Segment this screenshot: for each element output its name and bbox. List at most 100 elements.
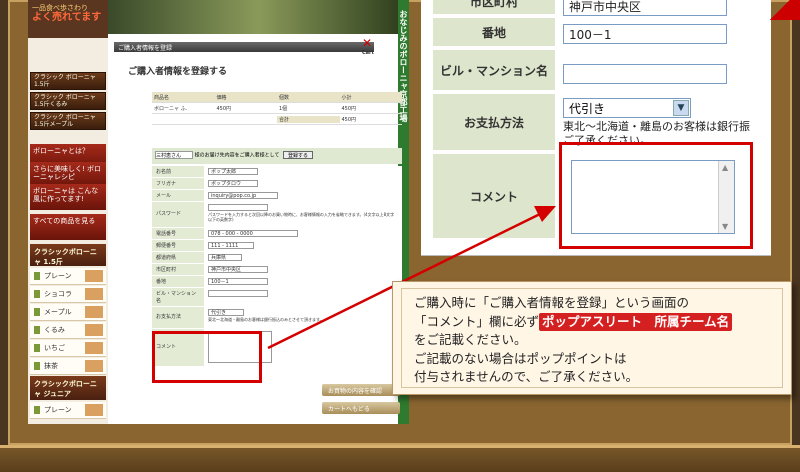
total-value: 450円 <box>341 116 357 123</box>
product-thumb <box>85 342 103 354</box>
form-row: お名前 ポップ太郎 <box>152 166 402 178</box>
field-label: 電話番号 <box>152 228 204 239</box>
callout-line4: ご記載のない場合はポップポイントは <box>414 350 627 366</box>
callout-line3: をご記載ください。 <box>414 332 527 347</box>
payment-method-select[interactable]: 代引き ▼ <box>563 98 691 118</box>
confirm-order-button[interactable]: お買物の内容を確認 <box>322 384 400 396</box>
phone-field[interactable]: 078 - 000 - 0000 <box>208 230 298 237</box>
nav-classic-plain[interactable]: クラシック ボローニャ1.5斤 <box>30 72 106 90</box>
field-label: 郵便番号 <box>152 240 204 251</box>
product-thumb <box>85 306 103 318</box>
top-banner <box>108 0 409 34</box>
frame-bottom <box>0 445 800 472</box>
payment-selected-value: 代引き <box>569 102 606 116</box>
building-field[interactable] <box>208 290 268 297</box>
nav-cat1-item[interactable]: プレーン <box>30 268 106 285</box>
field-label: メール <box>152 190 204 201</box>
form-row: 都道府県 兵庫県 <box>152 252 402 264</box>
promo-line2: よく売れてます <box>32 12 102 24</box>
field-label: ビル・マンション名 <box>152 288 204 306</box>
kana-field[interactable]: ポップタロウ <box>208 180 258 187</box>
comment-highlight-big <box>559 142 753 249</box>
table-header: 商品名 価格 個数 小計 <box>152 92 402 103</box>
building-label: ビル・マンション名 <box>433 50 555 90</box>
form-row: お支払方法 代引き 東北～北海道・離島のお客様は銀行振込のみとさせて頂きます。 <box>152 307 402 329</box>
address-select-value: 三村恵さん <box>156 153 182 159</box>
form-row: ビル・マンション名 <box>152 288 402 307</box>
comment-highlight-small <box>152 331 262 383</box>
payment-note-line1: 東北～北海道・離島のお客様は銀行振 <box>563 120 750 133</box>
table-cell: 450円 <box>341 105 357 112</box>
table-cell: 450円 <box>216 105 232 112</box>
form-row: フリガナ ポップタロウ <box>152 178 402 190</box>
field-label: パスワード <box>152 202 204 227</box>
address-select[interactable]: 三村恵さん <box>155 151 193 159</box>
nav-item-label: プレーン <box>44 406 72 414</box>
field-label: フリガナ <box>152 178 204 189</box>
cart-icon[interactable]: ✕ Cart <box>362 36 382 56</box>
nav-making[interactable]: ボローニャは こんな風に作ってます! <box>30 184 106 210</box>
total-label: 合計 <box>277 115 340 123</box>
callout-text: ご購入時に「ご購入者情報を登録」という画面の 「コメント」欄に必ず ポップアスリー… <box>401 288 783 388</box>
instruction-callout: ご購入時に「ご購入者情報を登録」という画面の 「コメント」欄に必ず ポップアスリー… <box>392 281 792 395</box>
building-input[interactable] <box>563 64 727 84</box>
column-header: 価格 <box>216 94 227 101</box>
nav-cat1-item[interactable]: いちご <box>30 340 106 357</box>
table-cell: ボローニャ ふ. <box>154 105 188 112</box>
team-name-badge: ポップアスリート 所属チーム名 <box>539 312 733 331</box>
form-row: 番地 100－1 <box>152 276 402 288</box>
left-nav: 一品食べ歩さわり よく売れてます クラシック ボローニャ1.5斤 クラシック ボ… <box>28 0 108 424</box>
nav-cat1-item[interactable]: くるみ <box>30 322 106 339</box>
nav-cat2-title: クラシックボローニャ ジュニア <box>30 376 106 400</box>
payment-note: 東北～北海道・離島のお客様は銀行振込のみとさせて頂きます。 <box>208 317 324 322</box>
nav-cat2-item[interactable]: プレーン <box>30 402 106 419</box>
callout-line2: 「コメント」欄に必ず ポップアスリート 所属チーム名 <box>414 312 770 331</box>
address-label: 番地 <box>433 18 555 46</box>
section-bar: ご購入者情報を登録 <box>114 42 374 52</box>
address-chooser: 三村恵さん 様のお届け先内容をご購入者様として 登録する <box>152 148 402 164</box>
back-to-cart-button[interactable]: カートへもどる <box>322 402 400 414</box>
nav-item-label: メープル <box>44 308 72 316</box>
product-thumb <box>85 270 103 282</box>
nav-all-products[interactable]: すべての商品を見る <box>30 214 106 240</box>
email-field[interactable]: inquiry@pop.co.jp <box>208 192 278 199</box>
zoom-row-city: 市区町村 神戸市中央区 <box>433 0 771 16</box>
form-row: 郵便番号 111 - 1111 <box>152 240 402 252</box>
password-note: パスワードを入力すると次回以降のお買い物時に、お客様情報の入力を省略できます。(… <box>208 212 395 222</box>
register-button[interactable]: 登録する <box>283 151 314 159</box>
product-thumb <box>85 404 103 416</box>
nav-item-label: くるみ <box>44 326 65 334</box>
nav-classic-maple[interactable]: クラシック ボローニャ1.5斤メープル <box>30 112 106 130</box>
nav-classic-walnut[interactable]: クラシック ボローニャ1.5斤くるみ <box>30 92 106 110</box>
prefecture-select[interactable]: 兵庫県 <box>208 254 242 261</box>
name-field[interactable]: ポップ太郎 <box>208 168 258 175</box>
nav-cat1-item[interactable]: メープル <box>30 304 106 321</box>
address-field[interactable]: 100－1 <box>208 278 268 285</box>
product-thumb <box>85 288 103 300</box>
payment-select[interactable]: 代引き <box>208 309 244 316</box>
form-row: 市区町村 神戸市中央区 <box>152 264 402 276</box>
frame-stripe <box>0 445 800 448</box>
chooser-text: 様のお届け先内容をご購入者様として <box>194 152 280 159</box>
callout-line1: ご購入時に「ご購入者情報を登録」という画面の <box>414 295 690 310</box>
city-field[interactable]: 神戸市中央区 <box>208 266 268 273</box>
form-row: パスワード パスワードを入力すると次回以降のお買い物時に、お客様情報の入力を省略で… <box>152 202 402 228</box>
total-row: 合計 450円 <box>152 114 402 125</box>
field-label: 都道府県 <box>152 252 204 263</box>
field-label: 番地 <box>152 276 204 287</box>
callout-line5: 付与されませんので、ご了承ください。 <box>414 369 639 384</box>
password-field[interactable] <box>208 204 268 211</box>
field-label: お名前 <box>152 166 204 177</box>
nav-cat1-item[interactable]: 抹茶 <box>30 358 106 375</box>
zip-field[interactable]: 111 - 1111 <box>208 242 254 249</box>
product-thumb <box>85 324 103 336</box>
product-thumb <box>85 360 103 372</box>
nav-cat1-title: クラシックボローニャ 1.5斤 <box>30 244 106 266</box>
address-input[interactable]: 100－1 <box>563 24 727 44</box>
nav-item-label: ショコラ <box>44 290 72 298</box>
city-input[interactable]: 神戸市中央区 <box>563 0 727 16</box>
chevron-down-icon[interactable]: ▼ <box>673 100 689 116</box>
table-cell: 1個 <box>279 105 288 112</box>
city-label: 市区町村 <box>433 0 555 14</box>
nav-cat1-item[interactable]: ショコラ <box>30 286 106 303</box>
